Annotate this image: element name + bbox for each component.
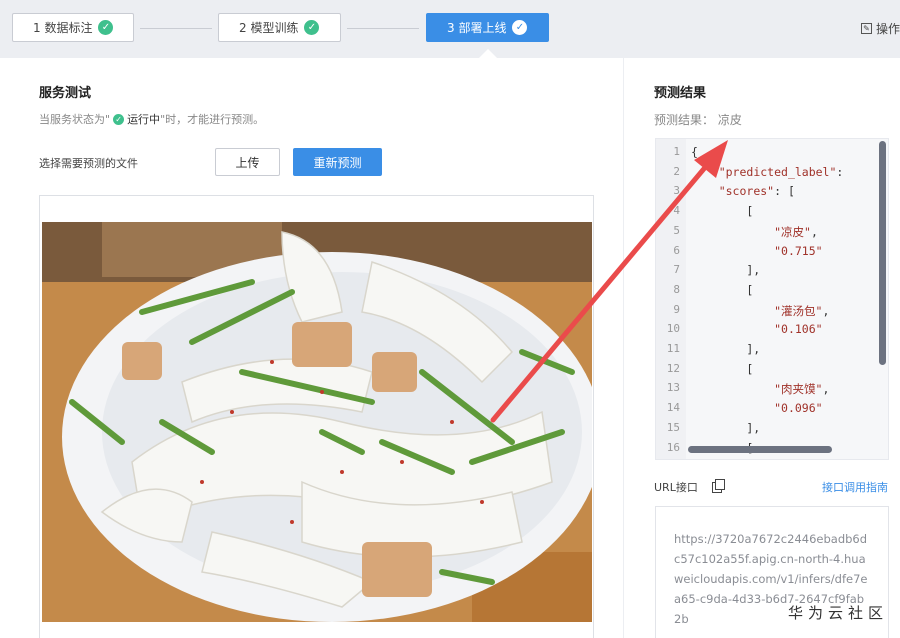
code-line: { xyxy=(691,145,698,159)
operation-log-label: 操作 xyxy=(875,22,900,36)
line-number: 9 xyxy=(673,302,680,316)
horizontal-scrollbar[interactable] xyxy=(688,446,832,453)
api-guide-link[interactable]: 接口调用指南 xyxy=(822,479,888,495)
code-line: "predicted_label": xyxy=(718,164,851,179)
copy-icon[interactable] xyxy=(712,479,725,493)
line-number: 15 xyxy=(666,420,680,434)
code-line: "scores": [ xyxy=(718,184,795,199)
json-code-viewer[interactable]: 1 {2 "predicted_label": 3 "scores": [ 4 [5… xyxy=(655,138,889,460)
check-circle-icon: ✓ xyxy=(98,20,114,35)
repredict-button[interactable]: 重新预测 xyxy=(293,148,382,176)
step-label: 1 数据标注 xyxy=(33,21,93,35)
line-number: 13 xyxy=(666,381,680,395)
service-status-hint: 当服务状态为" ✓ 运行中 "时，才能进行预测。 xyxy=(39,111,264,127)
watermark: 华为云社区 xyxy=(787,604,888,622)
line-number: 2 xyxy=(673,164,680,178)
edit-icon: ✎ xyxy=(860,23,872,34)
code-line: "肉夹馍", xyxy=(774,382,830,397)
step-label: 3 部署上线 xyxy=(447,21,507,35)
line-number: 14 xyxy=(666,401,680,415)
line-number: 6 xyxy=(673,243,680,257)
code-line: [ xyxy=(691,361,754,376)
service-test-title: 服务测试 xyxy=(39,86,92,101)
check-circle-icon: ✓ xyxy=(512,20,528,35)
steps-bar: 1 数据标注 ✓ 2 模型训练 ✓ 3 部署上线 ✓ ✎ 操作 xyxy=(0,0,900,58)
line-number: 8 xyxy=(673,282,680,296)
code-line: "灌汤包", xyxy=(774,303,830,318)
step-data-labeling[interactable]: 1 数据标注 ✓ xyxy=(12,13,134,42)
code-line: ], xyxy=(691,420,761,435)
step-label: 2 模型训练 xyxy=(239,21,299,35)
hint-suffix: "时，才能进行预测。 xyxy=(160,113,265,126)
line-number: 5 xyxy=(673,223,680,237)
line-number: 11 xyxy=(666,342,680,355)
check-circle-icon: ✓ xyxy=(113,113,125,125)
step-deploy[interactable]: 3 部署上线 ✓ xyxy=(426,13,549,42)
code-line: "0.106" xyxy=(774,322,823,337)
hint-status: 运行中 xyxy=(127,113,161,126)
code-line: "0.715" xyxy=(774,243,823,258)
line-number: 10 xyxy=(666,322,680,336)
url-interface-label: URL接口 xyxy=(654,481,698,494)
line-number: 12 xyxy=(666,361,680,375)
check-circle-icon: ✓ xyxy=(304,20,320,35)
code-line: ], xyxy=(691,263,761,278)
image-preview xyxy=(39,195,594,638)
code-line: ], xyxy=(691,342,761,356)
service-test-panel: 服务测试 当服务状态为" ✓ 运行中 "时，才能进行预测。 选择需要预测的文件 … xyxy=(0,49,623,638)
code-line: [ xyxy=(691,282,754,297)
line-number: 4 xyxy=(673,204,680,218)
prediction-result-text: 预测结果： 凉皮 xyxy=(654,113,742,127)
food-photo xyxy=(42,222,592,622)
operation-log-link[interactable]: ✎ 操作 xyxy=(860,20,900,37)
prediction-result-panel: 预测结果 预测结果： 凉皮 1 {2 "predicted_label": 3 "… xyxy=(624,58,900,638)
upload-button[interactable]: 上传 xyxy=(215,148,280,176)
line-number: 16 xyxy=(666,440,680,454)
choose-file-label: 选择需要预测的文件 xyxy=(39,157,138,170)
line-number: 7 xyxy=(673,263,680,277)
line-number: 1 xyxy=(673,145,680,158)
step-model-training[interactable]: 2 模型训练 ✓ xyxy=(218,13,341,42)
code-line: [ xyxy=(691,204,754,219)
prediction-result-title: 预测结果 xyxy=(654,86,707,101)
hint-prefix: 当服务状态为" xyxy=(39,113,111,126)
line-number: 3 xyxy=(673,184,680,198)
code-line: "0.096" xyxy=(774,401,823,416)
step-connector xyxy=(347,28,419,29)
step-connector xyxy=(140,28,212,29)
vertical-scrollbar[interactable] xyxy=(879,141,886,365)
code-line: "凉皮", xyxy=(774,224,818,239)
